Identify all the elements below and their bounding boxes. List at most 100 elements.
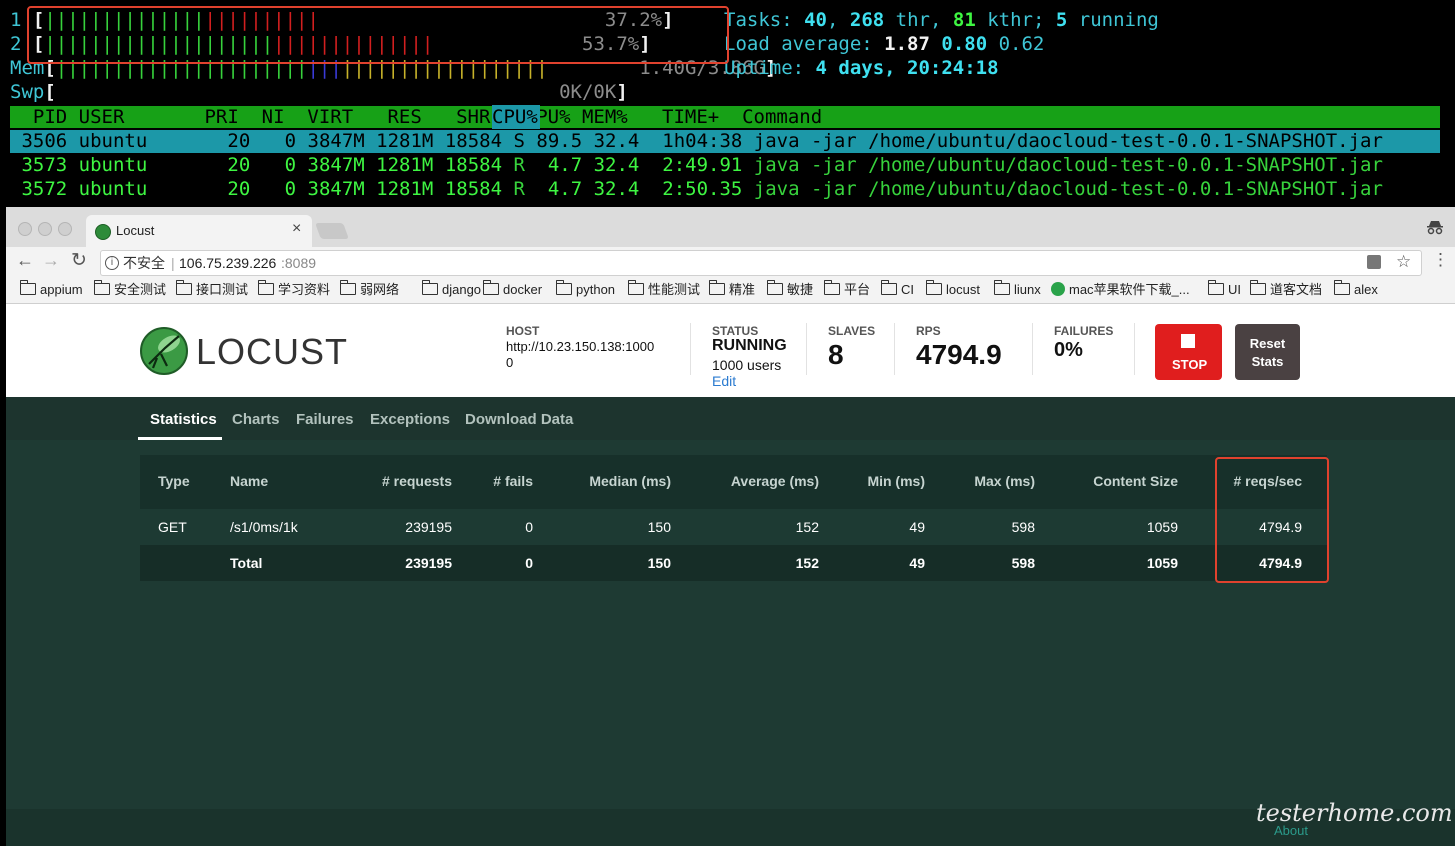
bookmark-item[interactable]: CI (880, 280, 914, 299)
locust-logo-icon (140, 327, 188, 375)
process-table-header: PID USER PRI NI VIRT RES SHR S CPU% MEM%… (10, 106, 823, 128)
bookmark-item[interactable]: liunx (993, 280, 1041, 299)
bookmark-item[interactable]: docker (482, 280, 542, 299)
process-row[interactable]: 3506 ubuntu 20 0 3847M 1281M 18584 S 89.… (10, 129, 1383, 153)
process-user: ubuntu (78, 154, 148, 176)
window-minimize-button[interactable] (38, 222, 52, 236)
forward-icon[interactable]: → (42, 250, 60, 271)
bookmark-star-icon[interactable]: ☆ (1396, 250, 1411, 274)
process-s: R (513, 154, 525, 176)
tab-failures[interactable]: Failures (296, 411, 354, 428)
tab-exceptions[interactable]: Exceptions (370, 411, 450, 428)
swap-meter: Swp[ 0K/0K] (10, 81, 628, 103)
url-field[interactable]: i 不安全 | 106.75.239.226 :8089 ☆ (100, 250, 1422, 276)
tab-locust[interactable]: Locust × (86, 215, 312, 248)
column-header: Average (ms) (730, 473, 819, 489)
bookmark-item[interactable]: 敏捷 (766, 280, 814, 299)
process-pid: 3573 (10, 154, 68, 176)
folder-icon (993, 280, 1010, 295)
cpu-sort-column[interactable]: CPU% (492, 105, 540, 129)
cpu-highlight-box (27, 6, 729, 64)
locust-logo-text: LOCUST (196, 331, 349, 372)
slaves-label: SLAVES (828, 324, 876, 338)
url-host: 106.75.239.226 (179, 255, 277, 271)
bookmark-item[interactable]: 学习资料 (257, 280, 331, 299)
about-link[interactable]: About (1274, 823, 1308, 838)
load-average: Load average: 1.87 0.80 0.62 (724, 33, 1045, 55)
folder-icon (339, 280, 356, 295)
process-pri: 20 (227, 178, 251, 200)
stop-button[interactable]: STOP (1155, 324, 1222, 380)
reload-icon[interactable]: ↻ (71, 249, 87, 272)
bookmark-item[interactable]: mac苹果软件下载_... (1051, 281, 1190, 299)
new-tab-button[interactable] (315, 223, 349, 239)
bookmark-label: alex (1354, 282, 1378, 297)
bookmark-label: python (576, 282, 616, 297)
column-header: Min (ms) (867, 473, 925, 489)
process-shr: 18584 (444, 130, 503, 152)
tab-close-icon[interactable]: × (292, 220, 301, 238)
table-row-total: Total 239195 0 150 152 49 598 1059 4794.9 (140, 545, 1327, 581)
table-cell: 239195 (405, 555, 452, 571)
process-row[interactable]: 3572 ubuntu 20 0 3847M 1281M 18584 R 4.7… (10, 177, 1383, 201)
table-cell: 598 (1011, 555, 1035, 571)
table-cell: 49 (909, 519, 925, 535)
info-icon[interactable]: i (105, 256, 119, 270)
process-row[interactable]: 3573 ubuntu 20 0 3847M 1281M 18584 R 4.7… (10, 153, 1383, 177)
column-header: Content Size (1093, 473, 1178, 489)
divider (1032, 323, 1033, 375)
tab-charts[interactable]: Charts (232, 411, 280, 428)
uptime: Uptime: 4 days, 20:24:18 (724, 57, 999, 79)
menu-icon[interactable]: ⋮ (1432, 250, 1449, 270)
tab-statistics[interactable]: Statistics (150, 411, 217, 428)
folder-icon (257, 280, 274, 295)
security-label[interactable]: 不安全 (123, 251, 165, 275)
bookmark-item[interactable]: 接口测试 (175, 280, 248, 299)
table-cell: 152 (795, 555, 819, 571)
bookmark-label: 敏捷 (787, 282, 814, 297)
bookmark-label: appium (40, 282, 83, 297)
window-zoom-button[interactable] (58, 222, 72, 236)
process-mem: 32.4 (593, 178, 640, 200)
table-cell: 0 (525, 519, 533, 535)
bookmark-item[interactable]: django (421, 280, 481, 299)
bookmark-item[interactable]: 道客文档 (1249, 280, 1322, 299)
folder-icon (1333, 280, 1350, 295)
bookmark-item[interactable]: alex (1333, 280, 1378, 299)
process-virt: 3847M (307, 154, 365, 176)
translate-icon[interactable] (1367, 255, 1381, 269)
bookmark-item[interactable]: 性能测试 (627, 280, 700, 299)
table-cell: 152 (795, 519, 819, 535)
process-pid: 3572 (10, 178, 68, 200)
bookmark-item[interactable]: 精准 (708, 280, 755, 299)
bookmark-label: 学习资料 (278, 282, 331, 297)
failures-value: 0% (1054, 339, 1083, 361)
table-cell: 598 (1011, 519, 1035, 535)
edit-link[interactable]: Edit (712, 373, 736, 389)
bookmark-item[interactable]: appium (19, 280, 83, 299)
host-label: HOST (506, 324, 540, 338)
window-close-button[interactable] (18, 222, 32, 236)
folder-icon (925, 280, 942, 295)
footer: testerhome.com About (6, 799, 1455, 846)
reset-stats-button[interactable]: Reset Stats (1235, 324, 1300, 380)
folder-icon (555, 280, 572, 295)
bookmark-item[interactable]: locust (925, 280, 980, 299)
process-time: 2:49.91 (662, 154, 743, 176)
host-value: http://10.23.150.138:1000 (506, 339, 655, 354)
host-value-wrap: 0 (506, 355, 514, 370)
table-cell: 150 (647, 555, 671, 571)
back-icon[interactable]: ← (16, 250, 34, 271)
folder-icon (1207, 280, 1224, 295)
tab-download-data[interactable]: Download Data (465, 411, 573, 428)
table-cell: 239195 (405, 519, 452, 535)
bookmark-item[interactable]: 弱网络 (339, 280, 400, 299)
table-cell: Total (230, 555, 263, 571)
bookmark-item[interactable]: 平台 (823, 280, 870, 299)
bookmark-item[interactable]: 安全测试 (93, 280, 166, 299)
slaves-value: 8 (828, 339, 844, 370)
bookmark-item[interactable]: python (555, 280, 616, 299)
process-mem: 32.4 (593, 154, 640, 176)
bookmark-item[interactable]: UI (1207, 280, 1241, 299)
bookmark-label: 弱网络 (360, 282, 400, 297)
